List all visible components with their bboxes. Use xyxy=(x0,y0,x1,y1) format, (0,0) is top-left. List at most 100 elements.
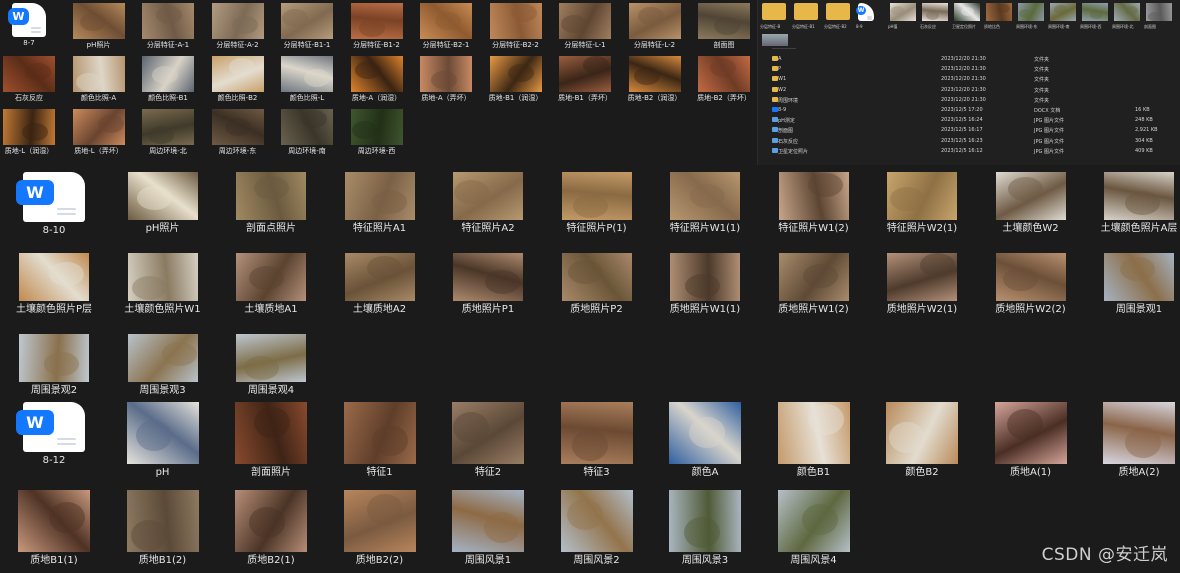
explorer-row-pH测定[interactable]: pH测定 2023/12/5 16:24 JPG 图片文件 248 KB xyxy=(772,116,1172,125)
explorer-row-P[interactable]: P 2023/12/20 21:30 文件夹 xyxy=(772,65,1172,74)
file-tile-质地-A-弄坏[interactable]: 质地-A（弄坏） xyxy=(413,56,479,102)
file-tile-分层特征-L-1[interactable]: 分层特征-L-1 xyxy=(552,3,618,49)
file-tile-质地照片W2-1[interactable]: 质地照片W2(1) xyxy=(870,253,974,316)
photo-thumbnail[interactable] xyxy=(1146,3,1172,21)
file-tile-颜色B1[interactable]: 颜色B1 xyxy=(762,402,866,479)
file-tile-周围风景4[interactable]: 周围风景4 xyxy=(762,490,866,567)
file-tile-周围景观1[interactable]: 周围景观1 xyxy=(1087,253,1180,316)
file-tile-分层特征-L-2[interactable]: 分层特征-L-2 xyxy=(622,3,688,49)
file-tile-周围风景2[interactable]: 周围风景2 xyxy=(545,490,649,567)
explorer-row-W1[interactable]: W1 2023/12/20 21:30 文件夹 xyxy=(772,75,1172,84)
photo-thumbnail[interactable] xyxy=(1082,3,1108,21)
file-tile-质地B2-1[interactable]: 质地B2(1) xyxy=(219,490,323,567)
photo-thumbnail xyxy=(561,172,632,220)
file-tile-特征照片P-1[interactable]: 特征照片P(1) xyxy=(545,172,649,235)
file-tile-质地A-1[interactable]: 质地A(1) xyxy=(979,402,1083,479)
file-tile-pH照片[interactable]: pH照片 xyxy=(66,3,132,49)
file-tile-质地-A-润湿[interactable]: 质地-A（润湿） xyxy=(344,56,410,102)
file-tile-质地-L-弄坏[interactable]: 质地-L（弄坏） xyxy=(66,109,132,155)
file-tile-质地B2-2[interactable]: 质地B2(2) xyxy=(328,490,432,567)
file-tile-颜色比照-A[interactable]: 颜色比照-A xyxy=(66,56,132,102)
file-tile-质地照片P1[interactable]: 质地照片P1 xyxy=(436,253,540,316)
file-tile-质地B1-1[interactable]: 质地B1(1) xyxy=(2,490,106,567)
file-tile-特征1[interactable]: 特征1 xyxy=(328,402,432,479)
file-tile-土壤质地A1[interactable]: 土壤质地A1 xyxy=(219,253,323,316)
file-tile-颜色比照-B2[interactable]: 颜色比照-B2 xyxy=(205,56,271,102)
file-tile-质地A-2[interactable]: 质地A(2) xyxy=(1087,402,1180,479)
photo-thumbnail xyxy=(350,56,403,92)
file-tile-质地B1-2[interactable]: 质地B1(2) xyxy=(111,490,215,567)
explorer-row-A[interactable]: A 2023/12/20 21:30 文件夹 xyxy=(772,55,1172,64)
file-tile-质地照片W2-2[interactable]: 质地照片W2(2) xyxy=(979,253,1083,316)
file-tile-土壤颜色照片P层[interactable]: 土壤颜色照片P层 xyxy=(2,253,106,316)
file-tile-分层特征-B2-2[interactable]: 分层特征-B2-2 xyxy=(483,3,549,49)
file-tile-周边环境-西[interactable]: 周边环境-西 xyxy=(344,109,410,155)
file-tile-8-7[interactable]: W 8-7 xyxy=(0,3,62,47)
file-tile-质地照片W1-2[interactable]: 质地照片W1(2) xyxy=(762,253,866,316)
file-tile-特征3[interactable]: 特征3 xyxy=(545,402,649,479)
file-tile-8-12[interactable]: W 8-12 xyxy=(2,402,106,467)
file-tile-土壤颜色W2[interactable]: 土壤颜色W2 xyxy=(979,172,1083,235)
folder-icon[interactable] xyxy=(762,3,786,20)
word-document-icon[interactable]: W xyxy=(856,3,874,21)
file-name-label: 剖面照片 xyxy=(251,467,291,478)
file-tile-周围景观2[interactable]: 周围景观2 xyxy=(2,334,106,397)
photo-thumbnail[interactable] xyxy=(1114,3,1140,21)
file-tile-土壤质地A2[interactable]: 土壤质地A2 xyxy=(328,253,432,316)
photo-thumbnail[interactable] xyxy=(762,34,788,46)
file-tile-特征照片A1[interactable]: 特征照片A1 xyxy=(328,172,432,235)
file-tile-颜色B2[interactable]: 颜色B2 xyxy=(870,402,974,479)
file-tile-周边环境-南[interactable]: 周边环境-南 xyxy=(274,109,340,155)
photo-thumbnail[interactable] xyxy=(1018,3,1044,21)
file-tile-特征照片A2[interactable]: 特征照片A2 xyxy=(436,172,540,235)
photo-thumbnail[interactable] xyxy=(954,3,980,21)
photo-thumbnail[interactable] xyxy=(1050,3,1076,21)
file-tile-剖面点照片[interactable]: 剖面点照片 xyxy=(219,172,323,235)
file-tile-剖面图[interactable]: 剖面图 xyxy=(691,3,757,49)
file-tile-周边环境-北[interactable]: 周边环境-北 xyxy=(135,109,201,155)
file-tile-分层特征-B1-2[interactable]: 分层特征-B1-2 xyxy=(344,3,410,49)
file-tile-质地-L-润湿[interactable]: 质地-L（润湿） xyxy=(0,109,62,155)
file-tile-分层特征-B2-1[interactable]: 分层特征-B2-1 xyxy=(413,3,479,49)
file-tile-质地照片P2[interactable]: 质地照片P2 xyxy=(545,253,649,316)
file-tile-周围景观3[interactable]: 周围景观3 xyxy=(111,334,215,397)
file-tile-剖面照片[interactable]: 剖面照片 xyxy=(219,402,323,479)
explorer-row-石灰反应[interactable]: 石灰反应 2023/12/5 16:23 JPG 图片文件 304 KB xyxy=(772,137,1172,146)
file-tile-特征照片W1-2[interactable]: 特征照片W1(2) xyxy=(762,172,866,235)
file-tile-质地-B2-润湿[interactable]: 质地-B2（润湿） xyxy=(622,56,688,102)
explorer-row-卫星定位照片[interactable]: 卫星定位照片 2023/12/5 16:12 JPG 图片文件 409 KB xyxy=(772,147,1172,156)
folder-icon[interactable] xyxy=(794,3,818,20)
file-tile-质地-B1-润湿[interactable]: 质地-B1（润湿） xyxy=(483,56,549,102)
photo-thumbnail[interactable] xyxy=(986,3,1012,21)
file-tile-颜色A[interactable]: 颜色A xyxy=(653,402,757,479)
file-tile-周围风景1[interactable]: 周围风景1 xyxy=(436,490,540,567)
photo-thumbnail[interactable] xyxy=(922,3,948,21)
explorer-row-周围环境[interactable]: 周围环境 2023/12/20 21:30 文件夹 xyxy=(772,96,1172,105)
file-tile-周围景观4[interactable]: 周围景观4 xyxy=(219,334,323,397)
file-tile-特征2[interactable]: 特征2 xyxy=(436,402,540,479)
file-tile-质地-B2-弄坏[interactable]: 质地-B2（弄坏） xyxy=(691,56,757,102)
file-tile-石灰反应[interactable]: 石灰反应 xyxy=(0,56,62,102)
file-tile-颜色比照-L[interactable]: 颜色比照-L xyxy=(274,56,340,102)
explorer-row-8-9[interactable]: 8-9 2023/12/5 17:20 DOCX 文档 16 KB xyxy=(772,106,1172,115)
file-tile-分层特征-B1-1[interactable]: 分层特征-B1-1 xyxy=(274,3,340,49)
file-tile-周边环境-东[interactable]: 周边环境-东 xyxy=(205,109,271,155)
explorer-row-W2[interactable]: W2 2023/12/20 21:30 文件夹 xyxy=(772,86,1172,95)
file-tile-8-10[interactable]: W 8-10 xyxy=(2,172,106,237)
photo-thumbnail[interactable] xyxy=(890,3,916,21)
folder-icon[interactable] xyxy=(826,3,850,20)
file-tile-周围风景3[interactable]: 周围风景3 xyxy=(653,490,757,567)
file-tile-质地-B1-弄坏[interactable]: 质地-B1（弄坏） xyxy=(552,56,618,102)
file-tile-特征照片W2-1[interactable]: 特征照片W2(1) xyxy=(870,172,974,235)
file-tile-pH[interactable]: pH xyxy=(111,402,215,479)
explorer-row-剖面图[interactable]: 剖面图 2023/12/5 16:17 JPG 图片文件 2,921 KB xyxy=(772,126,1172,135)
file-tile-pH照片[interactable]: pH照片 xyxy=(111,172,215,235)
file-tile-质地照片W1-1[interactable]: 质地照片W1(1) xyxy=(653,253,757,316)
file-tile-土壤颜色照片A层[interactable]: 土壤颜色照片A层 xyxy=(1087,172,1180,235)
photo-thumbnail xyxy=(561,253,632,301)
file-tile-颜色比照-B1[interactable]: 颜色比照-B1 xyxy=(135,56,201,102)
file-tile-土壤颜色照片W1[interactable]: 土壤颜色照片W1 xyxy=(111,253,215,316)
file-tile-分层特征-A-1[interactable]: 分层特征-A-1 xyxy=(135,3,201,49)
file-tile-分层特征-A-2[interactable]: 分层特征-A-2 xyxy=(205,3,271,49)
file-tile-特征照片W1-1[interactable]: 特征照片W1(1) xyxy=(653,172,757,235)
